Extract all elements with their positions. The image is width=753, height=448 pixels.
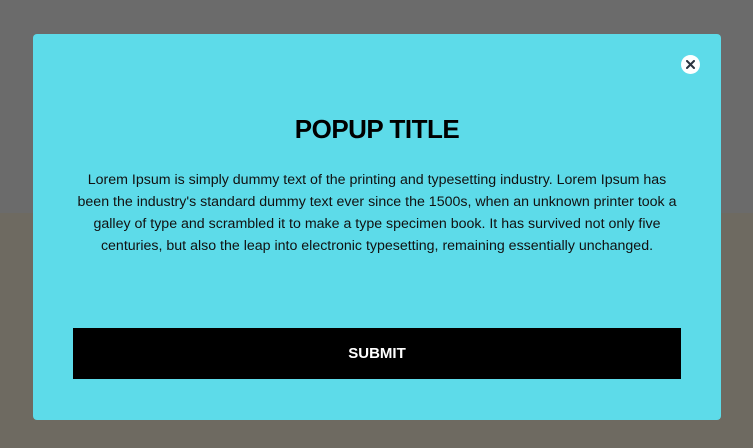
close-button[interactable] bbox=[681, 55, 700, 74]
submit-button[interactable]: SUBMIT bbox=[73, 328, 681, 379]
popup-body-text: Lorem Ipsum is simply dummy text of the … bbox=[77, 172, 677, 254]
popup-dialog: POPUP TITLE Lorem Ipsum is simply dummy … bbox=[33, 34, 721, 420]
close-icon bbox=[686, 60, 695, 69]
popup-title: POPUP TITLE bbox=[294, 114, 460, 144]
